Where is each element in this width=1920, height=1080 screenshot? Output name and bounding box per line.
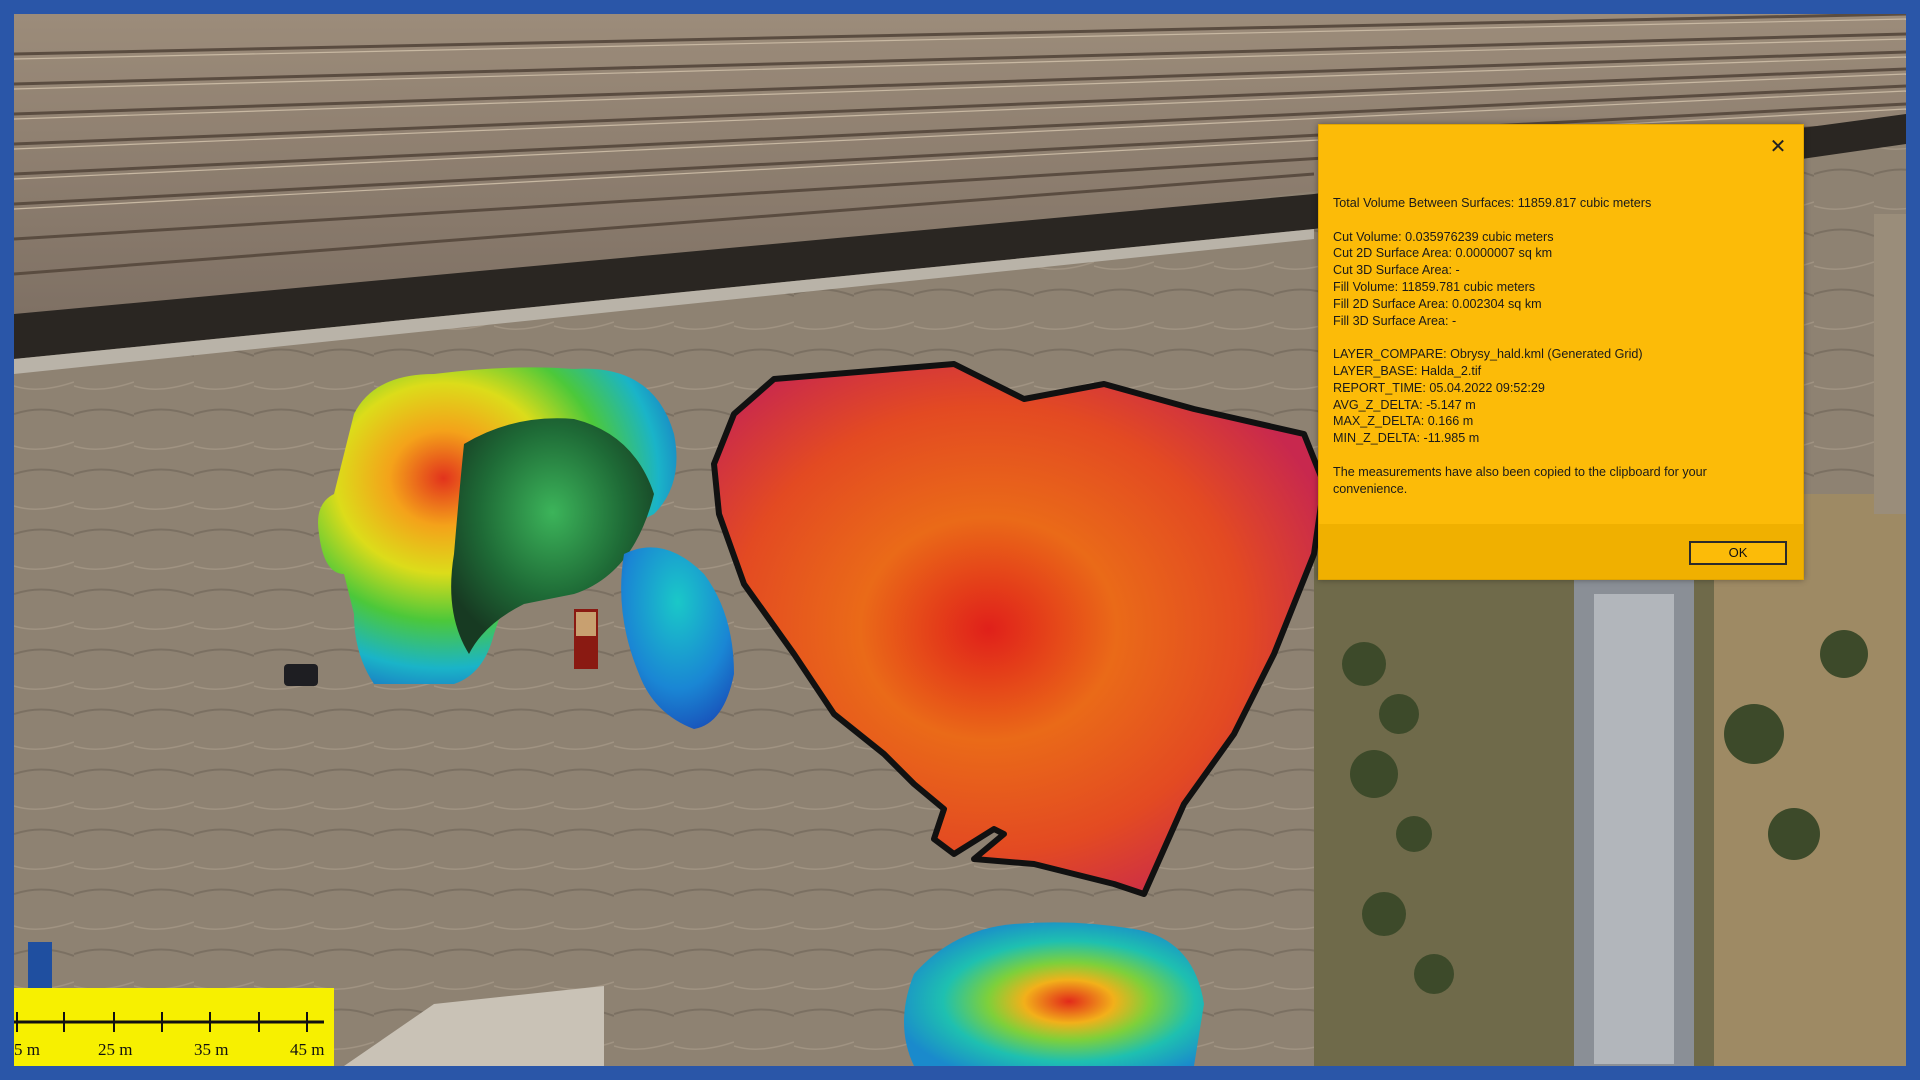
cut-2d-line: Cut 2D Surface Area: 0.0000007 sq km <box>1333 246 1553 261</box>
fill-2d-line: Fill 2D Surface Area: 0.002304 sq km <box>1333 296 1542 311</box>
dialog-footer: OK <box>1319 524 1803 579</box>
layer-compare-line: LAYER_COMPARE: Obrysy_hald.kml (Generate… <box>1333 347 1643 362</box>
layer-base-line: LAYER_BASE: Halda_2.tif <box>1333 363 1482 378</box>
scale-label-45: 45 m <box>290 1040 325 1059</box>
report-time-line: REPORT_TIME: 05.04.2022 09:52:29 <box>1333 380 1545 395</box>
clipboard-note: The measurements have also been copied t… <box>1333 464 1707 496</box>
fill-volume-line: Fill Volume: 11859.781 cubic meters <box>1333 279 1536 294</box>
volume-report-dialog: ✕ Total Volume Between Surfaces: 11859.8… <box>1318 124 1804 580</box>
ok-button[interactable]: OK <box>1689 541 1787 565</box>
report-text: Total Volume Between Surfaces: 11859.817… <box>1333 195 1783 497</box>
min-z-delta-line: MIN_Z_DELTA: -11.985 m <box>1333 431 1480 446</box>
close-icon[interactable]: ✕ <box>1767 135 1789 157</box>
fill-3d-line: Fill 3D Surface Area: - <box>1333 313 1457 328</box>
avg-z-delta-line: AVG_Z_DELTA: -5.147 m <box>1333 397 1476 412</box>
scale-bar: 5 m 25 m 35 m 45 m <box>14 988 334 1066</box>
window-frame: 5 m 25 m 35 m 45 m ✕ Total Volume Betwee… <box>0 0 1920 1080</box>
scale-label-5: 5 m <box>14 1040 40 1059</box>
scale-label-35: 35 m <box>194 1040 229 1059</box>
max-z-delta-line: MAX_Z_DELTA: 0.166 m <box>1333 414 1474 429</box>
scale-label-25: 25 m <box>98 1040 133 1059</box>
cut-volume-line: Cut Volume: 0.035976239 cubic meters <box>1333 229 1554 244</box>
total-volume-line: Total Volume Between Surfaces: 11859.817… <box>1333 196 1652 210</box>
cut-3d-line: Cut 3D Surface Area: - <box>1333 263 1460 278</box>
